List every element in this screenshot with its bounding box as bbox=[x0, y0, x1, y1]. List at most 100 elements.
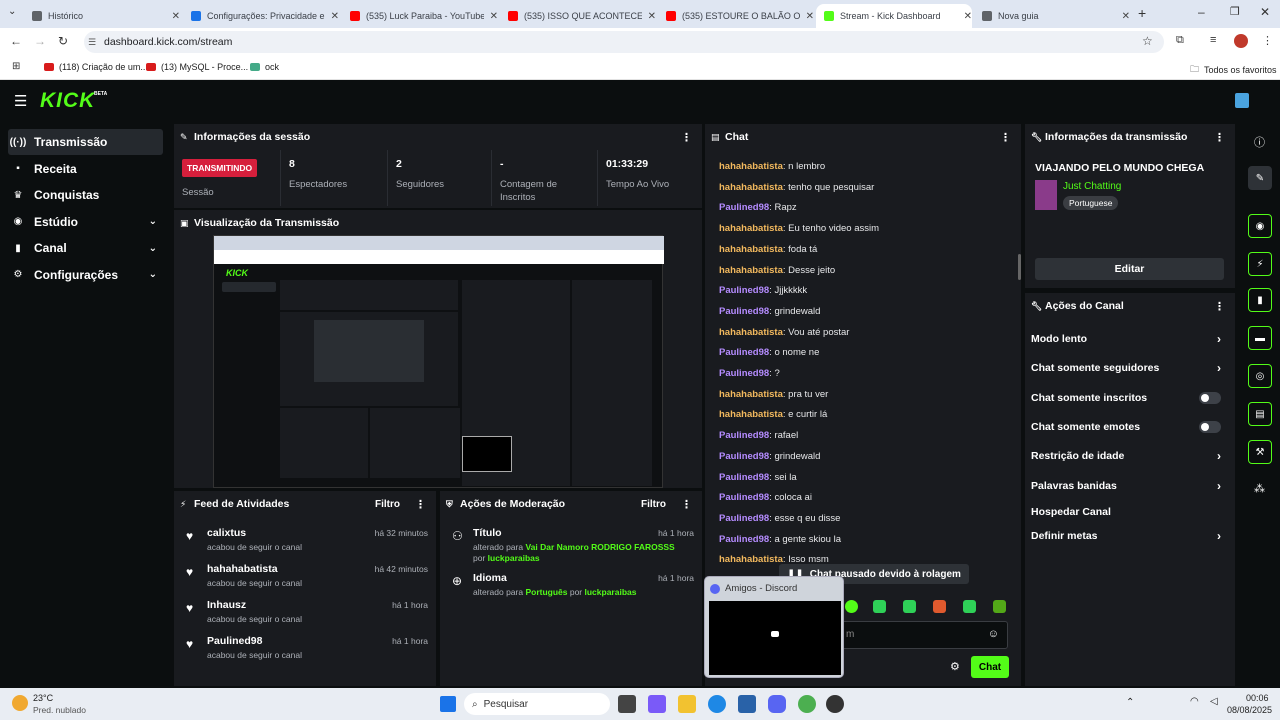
back-icon[interactable]: ← bbox=[10, 34, 22, 48]
browser-tab[interactable]: (535) ESTOURE O BALÃO OU E… ✕ bbox=[658, 4, 814, 28]
discord-taskbar-icon[interactable] bbox=[768, 695, 786, 713]
tab-close-icon[interactable]: ✕ bbox=[964, 11, 972, 22]
emote-icon[interactable] bbox=[993, 600, 1006, 613]
browser-tab[interactable]: Configurações: Privacidade e se… ✕ bbox=[183, 4, 339, 28]
chat-username[interactable]: hahahabatista bbox=[719, 223, 783, 234]
filter-button[interactable]: Filtro bbox=[375, 499, 400, 510]
chat-username[interactable]: hahahabatista bbox=[719, 389, 783, 400]
channel-action-palavras-banidas[interactable]: Palavras banidas › bbox=[1031, 476, 1221, 496]
chat-username[interactable]: Paulined98 bbox=[719, 430, 769, 441]
chat-tool-button[interactable]: ▬ bbox=[1248, 326, 1272, 350]
user-avatar[interactable] bbox=[1235, 93, 1249, 108]
toggle-switch[interactable] bbox=[1199, 421, 1221, 433]
new-tab-button[interactable]: + bbox=[1138, 5, 1146, 21]
sidebar-item-conquistas[interactable]: ♛ Conquistas bbox=[8, 182, 163, 208]
tab-close-icon[interactable]: ✕ bbox=[648, 11, 656, 22]
more-options-icon[interactable]: ⋮ bbox=[1214, 131, 1225, 144]
activity-username[interactable]: calixtus bbox=[207, 527, 246, 539]
sidebar-item-estúdio[interactable]: ◉ Estúdio ⌄ bbox=[8, 209, 163, 235]
discord-preview-popup[interactable]: Amigos - Discord bbox=[704, 576, 844, 678]
channel-action-hospedar-canal[interactable]: Hospedar Canal bbox=[1031, 502, 1221, 522]
site-info-icon[interactable]: ☰ bbox=[88, 37, 96, 48]
chat-username[interactable]: hahahabatista bbox=[719, 327, 783, 338]
bolt-tool-button[interactable]: ⚡ bbox=[1248, 252, 1272, 276]
sidebar-item-receita[interactable]: ▪ Receita bbox=[8, 156, 163, 182]
chat-username[interactable]: Paulined98 bbox=[719, 285, 769, 296]
extensions-icon[interactable]: ⧉ bbox=[1176, 34, 1184, 47]
reload-icon[interactable]: ↻ bbox=[58, 34, 68, 48]
tab-close-icon[interactable]: ✕ bbox=[331, 11, 339, 22]
channel-action-chat-somente-inscritos[interactable]: Chat somente inscritos bbox=[1031, 388, 1221, 408]
camera-tool-button[interactable]: ◉ bbox=[1248, 214, 1272, 238]
chat-username[interactable]: Paulined98 bbox=[719, 202, 769, 213]
browser-tab[interactable]: Nova guia ✕ bbox=[974, 4, 1130, 28]
copilot-icon[interactable] bbox=[648, 695, 666, 713]
all-bookmarks-button[interactable]: 🗀 Todos os favoritos bbox=[1190, 62, 1277, 78]
bookmark-item[interactable]: (13) MySQL - Proce... bbox=[146, 62, 248, 72]
menu-icon[interactable]: ☰ bbox=[14, 92, 27, 110]
detail-user[interactable]: luckparaibas bbox=[488, 553, 540, 563]
sidebar-item-configurações[interactable]: ⚙ Configurações ⌄ bbox=[8, 262, 163, 288]
channel-action-chat-somente-seguidores[interactable]: Chat somente seguidores › bbox=[1031, 358, 1221, 378]
emote-icon[interactable] bbox=[903, 600, 916, 613]
bookmark-star-icon[interactable]: ☆ bbox=[1142, 34, 1153, 48]
chat-username[interactable]: Paulined98 bbox=[719, 534, 769, 545]
emote-icon[interactable] bbox=[963, 600, 976, 613]
apps-icon[interactable]: ⊞ bbox=[12, 61, 20, 72]
emote-icon[interactable] bbox=[873, 600, 886, 613]
chat-settings-icon[interactable]: ⚙ bbox=[950, 660, 960, 673]
emote-icon[interactable] bbox=[845, 600, 858, 613]
chat-username[interactable]: Paulined98 bbox=[719, 347, 769, 358]
more-options-icon[interactable]: ⋮ bbox=[1214, 300, 1225, 313]
chat-username[interactable]: hahahabatista bbox=[719, 554, 783, 565]
minimize-icon[interactable]: – bbox=[1198, 5, 1205, 19]
taskbar-search[interactable]: ⌕ Pesquisar bbox=[464, 693, 610, 715]
chat-username[interactable]: Paulined98 bbox=[719, 472, 769, 483]
activity-username[interactable]: Inhausz bbox=[207, 599, 246, 611]
media-icon[interactable]: ≡ bbox=[1210, 34, 1216, 46]
chat-username[interactable]: Paulined98 bbox=[719, 513, 769, 524]
browser-menu-icon[interactable]: ⋮ bbox=[1262, 34, 1273, 47]
tab-close-icon[interactable]: ✕ bbox=[172, 11, 180, 22]
info-icon[interactable]: ⓘ bbox=[1254, 134, 1265, 150]
kick-logo[interactable]: KICK bbox=[40, 89, 95, 113]
obs-icon[interactable] bbox=[826, 695, 844, 713]
chat-scrollbar[interactable] bbox=[1018, 254, 1021, 280]
volume-icon[interactable]: ◁ bbox=[1210, 696, 1218, 707]
chat-username[interactable]: hahahabatista bbox=[719, 409, 783, 420]
notes-tool-button[interactable]: ▮ bbox=[1248, 288, 1272, 312]
maximize-icon[interactable]: ❐ bbox=[1230, 5, 1240, 18]
stream-video[interactable]: KICK bbox=[213, 235, 664, 488]
tab-close-icon[interactable]: ✕ bbox=[1122, 11, 1130, 22]
clock-date[interactable]: 08/08/2025 bbox=[1227, 705, 1272, 715]
broadcast-tool-button[interactable]: ◎ bbox=[1248, 364, 1272, 388]
task-view-icon[interactable] bbox=[618, 695, 636, 713]
wrench-tool-button[interactable]: ⚒ bbox=[1248, 440, 1272, 464]
chat-username[interactable]: hahahabatista bbox=[719, 244, 783, 255]
more-options-icon[interactable]: ⋮ bbox=[415, 498, 426, 511]
share-icon[interactable]: ⁂ bbox=[1254, 482, 1265, 495]
edge-icon[interactable] bbox=[708, 695, 726, 713]
tray-chevron-icon[interactable]: ⌃ bbox=[1126, 697, 1134, 708]
url-input[interactable]: dashboard.kick.com/stream bbox=[84, 31, 1164, 53]
tab-search-icon[interactable]: ⌄ bbox=[8, 6, 16, 17]
edit-tool-button[interactable]: ✎ bbox=[1248, 166, 1272, 190]
channel-action-chat-somente-emotes[interactable]: Chat somente emotes bbox=[1031, 417, 1221, 437]
tab-close-icon[interactable]: ✕ bbox=[490, 11, 498, 22]
emoji-icon[interactable]: ☺ bbox=[988, 628, 999, 640]
wifi-icon[interactable]: ◠ bbox=[1190, 696, 1199, 707]
forward-icon[interactable]: → bbox=[34, 34, 46, 48]
weather-icon[interactable] bbox=[12, 695, 28, 711]
chat-username[interactable]: hahahabatista bbox=[719, 161, 783, 172]
filter-button[interactable]: Filtro bbox=[641, 499, 666, 510]
bookmark-item[interactable]: ock bbox=[250, 62, 279, 72]
toggle-switch[interactable] bbox=[1199, 392, 1221, 404]
more-options-icon[interactable]: ⋮ bbox=[681, 498, 692, 511]
store-icon[interactable] bbox=[738, 695, 756, 713]
edit-button[interactable]: Editar bbox=[1035, 258, 1224, 280]
chat-username[interactable]: Paulined98 bbox=[719, 306, 769, 317]
chat-username[interactable]: Paulined98 bbox=[719, 492, 769, 503]
explorer-icon[interactable] bbox=[678, 695, 696, 713]
browser-tab[interactable]: Stream - Kick Dashboard ✕ bbox=[816, 4, 972, 28]
start-icon[interactable] bbox=[440, 696, 456, 712]
